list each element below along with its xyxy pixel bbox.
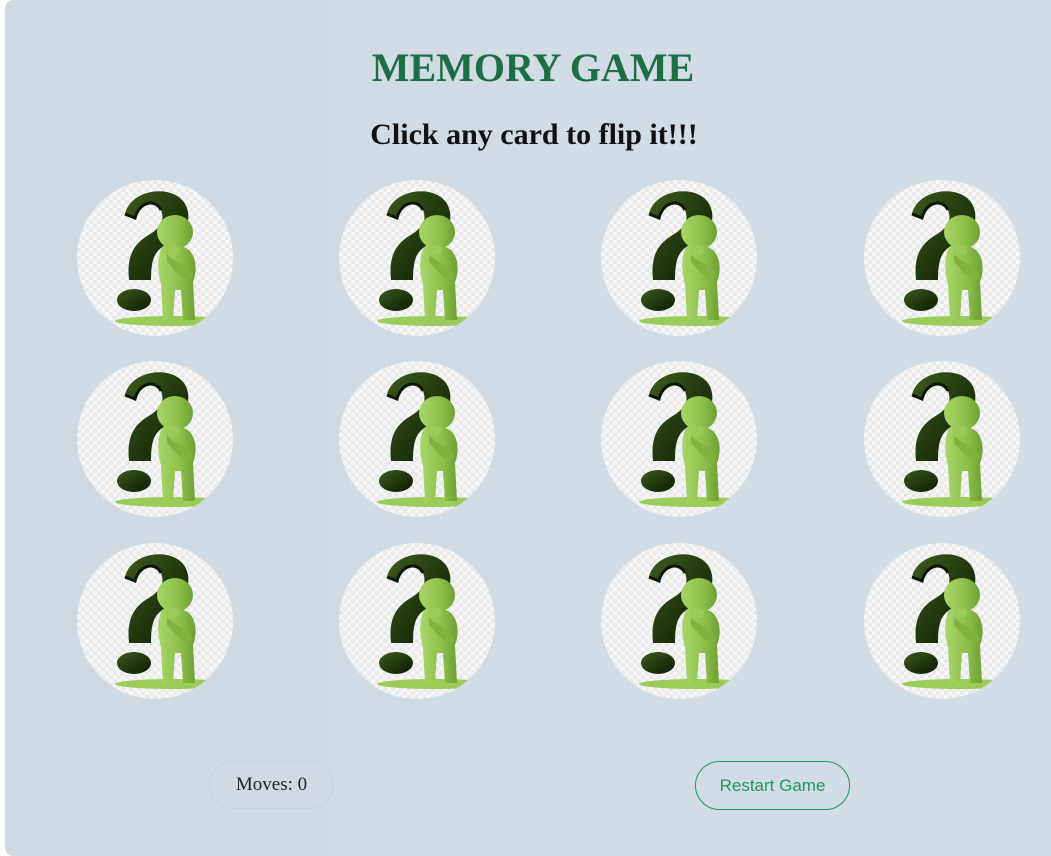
question-mark-thinker-icon — [601, 361, 757, 517]
question-mark-thinker-icon — [864, 361, 1020, 517]
memory-card[interactable] — [601, 361, 757, 517]
question-mark-thinker-icon — [77, 543, 233, 699]
memory-card[interactable] — [77, 361, 233, 517]
question-mark-thinker-icon — [77, 361, 233, 517]
memory-card[interactable] — [339, 180, 495, 336]
memory-card[interactable] — [601, 543, 757, 699]
question-mark-thinker-icon — [601, 543, 757, 699]
question-mark-thinker-icon — [339, 180, 495, 336]
memory-card[interactable] — [339, 361, 495, 517]
memory-card[interactable] — [77, 180, 233, 336]
memory-card[interactable] — [601, 180, 757, 336]
question-mark-thinker-icon — [339, 543, 495, 699]
memory-card[interactable] — [339, 543, 495, 699]
memory-card[interactable] — [864, 180, 1020, 336]
question-mark-thinker-icon — [77, 180, 233, 336]
memory-card[interactable] — [77, 543, 233, 699]
restart-game-button[interactable]: Restart Game — [695, 761, 850, 810]
game-title: MEMORY GAME — [371, 45, 695, 90]
question-mark-thinker-icon — [864, 543, 1020, 699]
question-mark-thinker-icon — [601, 180, 757, 336]
question-mark-thinker-icon — [339, 361, 495, 517]
instruction-text: Click any card to flip it!!! — [370, 118, 698, 151]
moves-counter: Moves: 0 — [209, 761, 334, 809]
memory-card[interactable] — [864, 543, 1020, 699]
question-mark-thinker-icon — [864, 180, 1020, 336]
memory-card[interactable] — [864, 361, 1020, 517]
